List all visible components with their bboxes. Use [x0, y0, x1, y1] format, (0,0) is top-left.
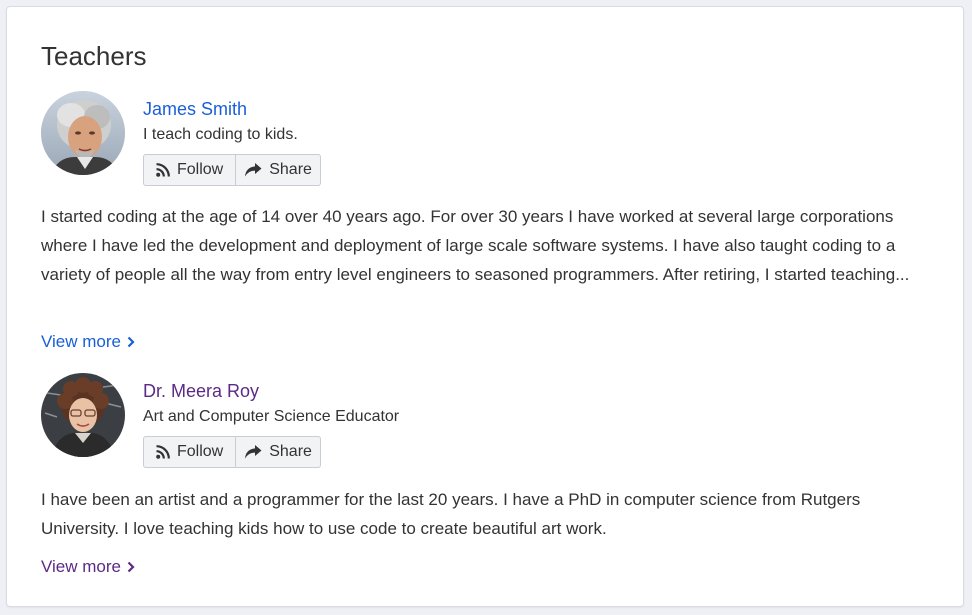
view-more-link[interactable]: View more: [41, 331, 135, 353]
teacher-name-link[interactable]: James Smith: [143, 98, 247, 120]
follow-button[interactable]: Follow: [144, 437, 237, 467]
rss-icon: [156, 445, 170, 459]
action-button-group: Follow Share: [143, 154, 321, 186]
follow-label: Follow: [177, 161, 224, 178]
follow-button[interactable]: Follow: [144, 155, 237, 185]
teacher-name-link[interactable]: Dr. Meera Roy: [143, 380, 259, 402]
share-label: Share: [269, 443, 312, 460]
view-more-label: View more: [41, 557, 121, 576]
teachers-card: Teachers James Smith I teach coding to k…: [6, 6, 964, 607]
teacher-tagline: Art and Computer Science Educator: [143, 408, 400, 425]
section-title: Teachers: [41, 41, 147, 71]
share-arrow-icon: [244, 444, 262, 460]
teacher-tagline: I teach coding to kids.: [143, 126, 298, 143]
avatar[interactable]: [41, 373, 125, 457]
teacher-bio: I started coding at the age of 14 over 4…: [41, 207, 910, 284]
rss-icon: [156, 163, 170, 177]
chevron-right-icon: [127, 336, 135, 348]
avatar[interactable]: [41, 91, 125, 175]
share-arrow-icon: [244, 162, 262, 178]
action-button-group: Follow Share: [143, 436, 321, 468]
share-label: Share: [269, 161, 312, 178]
share-button[interactable]: Share: [236, 155, 320, 185]
follow-label: Follow: [177, 443, 224, 460]
view-more-link[interactable]: View more: [41, 556, 135, 578]
view-more-label: View more: [41, 332, 121, 351]
share-button[interactable]: Share: [236, 437, 320, 467]
chevron-right-icon: [127, 561, 135, 573]
teacher-bio: I have been an artist and a programmer f…: [41, 490, 861, 538]
